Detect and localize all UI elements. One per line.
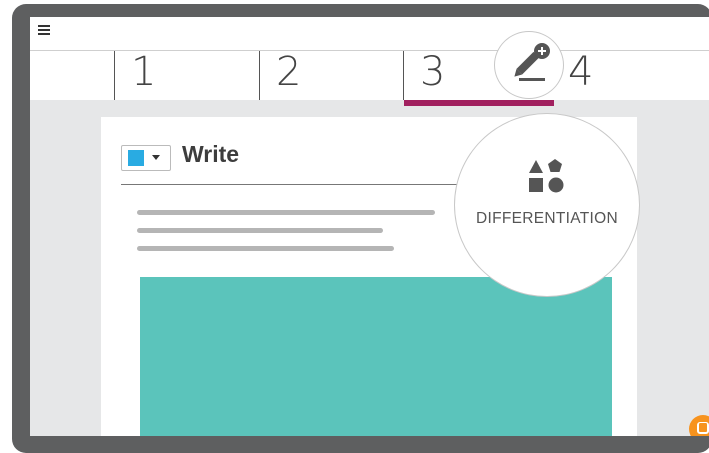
tab-label: 4 xyxy=(568,49,593,95)
tab-4[interactable]: 4 xyxy=(564,49,709,100)
pencil-add-icon xyxy=(514,43,550,81)
active-tab-indicator xyxy=(404,100,554,106)
chat-button[interactable] xyxy=(689,415,709,436)
menu-icon[interactable] xyxy=(38,25,50,35)
color-swatch xyxy=(128,150,144,166)
text-placeholder-line xyxy=(137,228,383,233)
tab-2[interactable]: 2 xyxy=(259,49,405,100)
tab-label: 3 xyxy=(420,49,445,95)
tab-label: 1 xyxy=(131,49,156,95)
tab-label: 2 xyxy=(276,49,301,95)
shapes-icon xyxy=(529,159,564,193)
text-placeholder-line xyxy=(137,210,435,215)
chevron-down-icon xyxy=(152,155,160,160)
chat-bubble-icon xyxy=(697,422,709,434)
media-placeholder xyxy=(140,277,612,436)
step-tabs: 1 2 3 4 xyxy=(30,49,709,106)
top-bar xyxy=(30,17,709,51)
add-edit-button[interactable] xyxy=(494,31,564,99)
tab-1[interactable]: 1 xyxy=(114,49,260,100)
page-title: Write xyxy=(182,141,240,167)
differentiation-label: DIFFERENTIATION xyxy=(476,210,618,227)
color-dropdown[interactable] xyxy=(121,145,171,171)
text-placeholder-line xyxy=(137,246,394,251)
differentiation-button[interactable]: DIFFERENTIATION xyxy=(454,113,640,297)
